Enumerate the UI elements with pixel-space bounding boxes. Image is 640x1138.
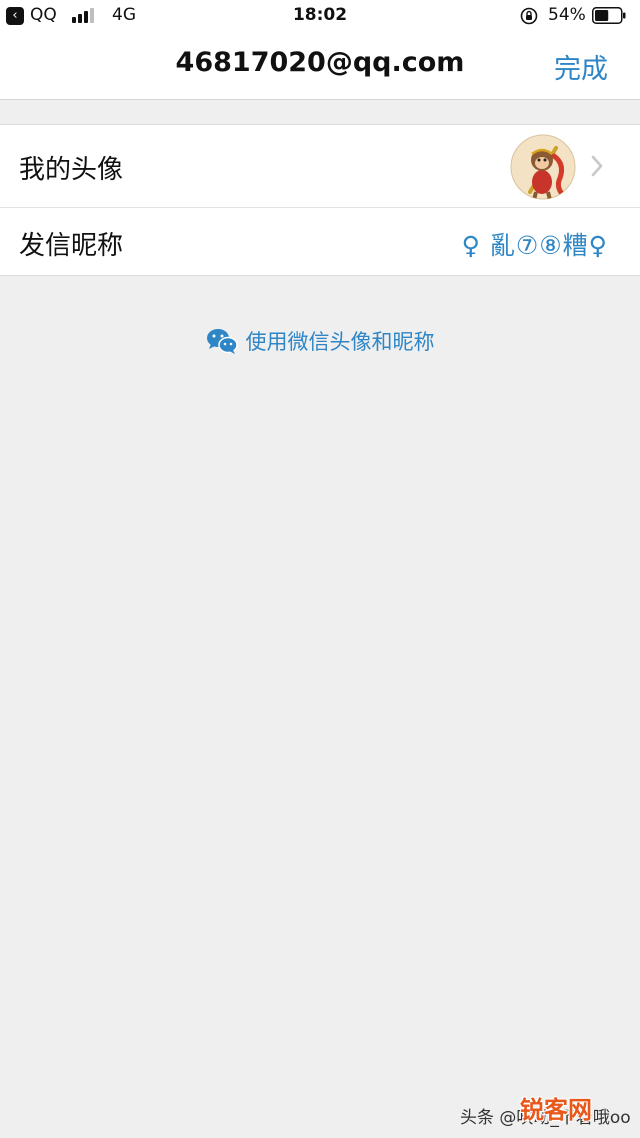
- wechat-icon: [206, 329, 238, 354]
- done-button[interactable]: 完成: [554, 47, 608, 86]
- page-title: 46817020@qq.com: [175, 47, 465, 78]
- chevron-right-icon: [591, 155, 603, 177]
- nickname-row[interactable]: 发信昵称 ♀ 亂⑦⑧糟♀: [0, 208, 640, 275]
- nickname-value: ♀ 亂⑦⑧糟♀: [461, 231, 608, 260]
- avatar-row-label: 我的头像: [19, 155, 124, 185]
- status-time: 18:02: [292, 5, 348, 25]
- battery-percentage: 54%: [548, 5, 586, 25]
- battery-icon: [592, 7, 626, 24]
- use-wechat-profile-link[interactable]: 使用微信头像和昵称: [0, 326, 640, 360]
- nickname-row-label: 发信昵称: [19, 231, 124, 261]
- avatar-row[interactable]: 我的头像: [0, 125, 640, 208]
- status-bar: ‹ QQ 4G 18:02 54%: [0, 0, 640, 32]
- use-wechat-profile-label: 使用微信头像和昵称: [245, 330, 435, 354]
- navigation-bar: 46817020@qq.com 完成: [0, 32, 640, 100]
- avatar[interactable]: [510, 134, 576, 200]
- orientation-lock-icon: [520, 7, 538, 25]
- site-watermark: 锐客网: [520, 1096, 592, 1124]
- settings-list: 我的头像 发信昵称 ♀ 亂⑦⑧糟♀: [0, 124, 640, 276]
